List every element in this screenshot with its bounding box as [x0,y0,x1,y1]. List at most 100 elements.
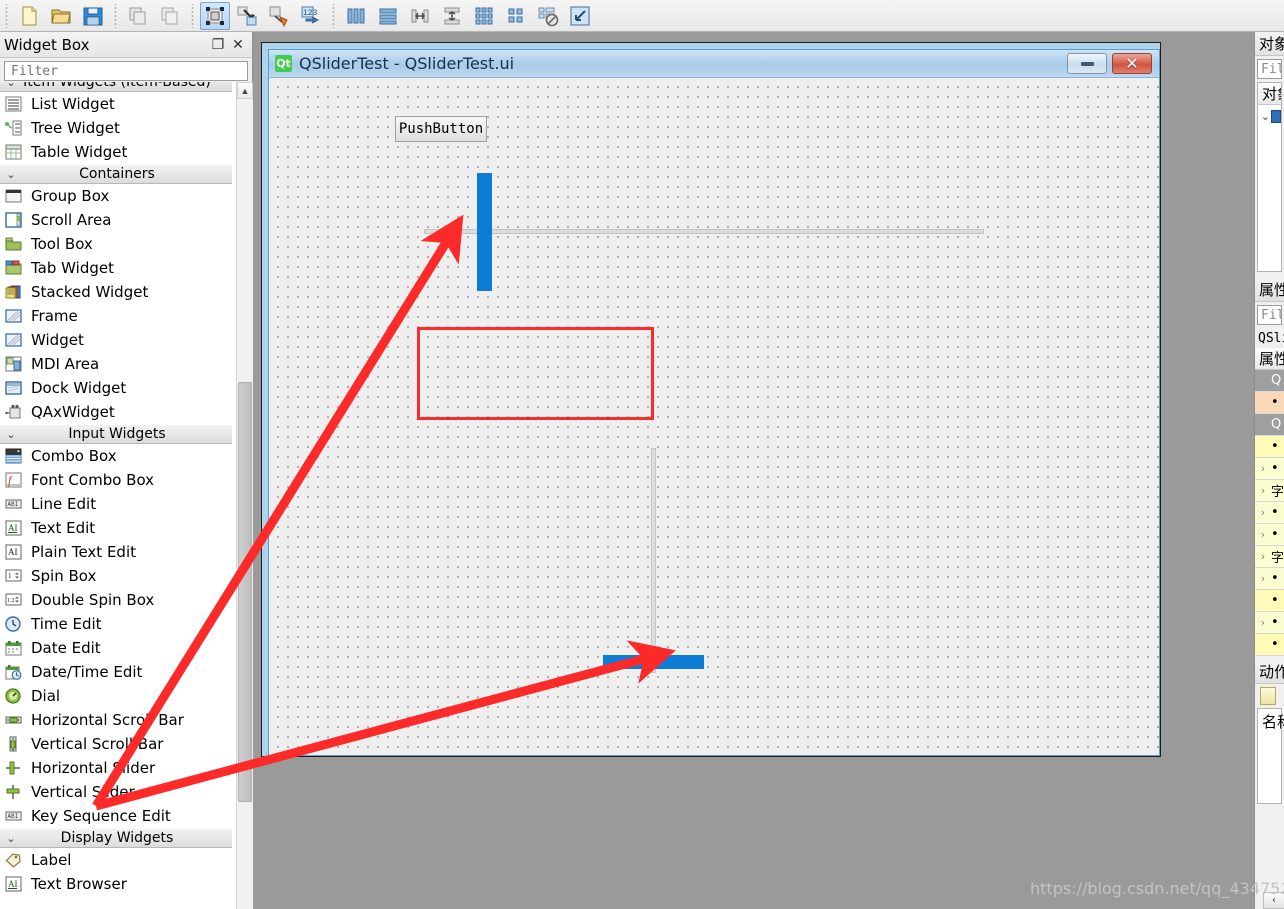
layout-horizontally-icon[interactable] [341,2,371,30]
widget-item[interactable]: 1Spin Box [0,564,232,588]
property-row[interactable]: ›• [1255,458,1284,480]
vertical-slider-handle[interactable] [603,655,704,669]
scrollbar-thumb[interactable] [238,382,252,802]
widget-item[interactable]: Group Box [0,184,232,208]
widget-item[interactable]: Time Edit [0,612,232,636]
widget-group-3[interactable]: ⌄Display Widgets [0,828,232,848]
toolbar-grip[interactable] [3,4,10,28]
save-form-icon[interactable] [78,2,108,30]
widget-item[interactable]: List Widget [0,92,232,116]
float-icon[interactable]: ❐ [208,36,228,53]
row-chevron-icon[interactable]: › [1255,616,1271,629]
chevron-down-icon[interactable]: ⌄ [0,832,22,845]
toolbar-grip-2[interactable] [112,4,119,28]
form-design-area[interactable]: PushButton [269,78,1159,756]
row-chevron-icon[interactable]: › [1255,550,1271,563]
new-action-icon[interactable] [1260,687,1276,705]
edit-signals-slots-icon[interactable] [232,2,262,30]
widget-item[interactable]: Tab Widget [0,256,232,280]
widget-item[interactable]: Table Widget [0,140,232,164]
widget-item[interactable]: Stacked Widget [0,280,232,304]
widget-item[interactable]: Dial [0,684,232,708]
widget-box-list[interactable]: ⌄Item Widgets (Item-Based)List WidgetTre… [0,82,253,909]
widget-item[interactable]: Scroll Area [0,208,232,232]
property-row[interactable]: ›字 [1255,480,1284,502]
layout-form-icon[interactable] [501,2,531,30]
widget-box-scrollbar[interactable]: ▲ [236,82,253,909]
row-chevron-icon[interactable]: › [1255,462,1271,475]
widget-item[interactable]: Dock Widget [0,376,232,400]
widget-item[interactable]: Label [0,848,232,872]
widget-item[interactable]: Tree Widget [0,116,232,140]
toolbar-grip-4[interactable] [330,4,337,28]
widget-item[interactable]: Vertical Scroll Bar [0,732,232,756]
widget-item[interactable]: Tool Box [0,232,232,256]
horizontal-slider-handle[interactable] [477,173,492,291]
widget-item[interactable]: Combo Box [0,444,232,468]
chevron-down-icon[interactable]: ⌄ [0,82,22,89]
row-chevron-icon[interactable]: ⱟ [1255,418,1271,431]
widget-item[interactable]: Horizontal Slider [0,756,232,780]
edit-buddies-icon[interactable] [264,2,294,30]
property-row[interactable]: • [1255,590,1284,612]
form-canvas[interactable]: Qt QSliderTest - QSliderTest.ui ✕ PushBu… [253,32,1253,909]
layout-splitter-horizontal-icon[interactable] [405,2,435,30]
widget-item[interactable]: Vertical Slider [0,780,232,804]
adjust-size-icon[interactable] [565,2,595,30]
widget-item[interactable]: QAxWidget [0,400,232,424]
property-editor-filter[interactable]: Filter [1257,305,1282,325]
scroll-up-icon[interactable]: ▲ [237,82,253,99]
widget-item[interactable]: Horizontal Scroll Bar [0,708,232,732]
widget-item[interactable]: Frame [0,304,232,328]
widget-item[interactable]: 1.2Double Spin Box [0,588,232,612]
property-row[interactable]: • [1255,436,1284,458]
widget-item[interactable]: AIText Edit [0,516,232,540]
row-chevron-icon[interactable]: › [1255,528,1271,541]
chevron-down-icon[interactable]: ⌄ [0,428,22,441]
property-editor-rows[interactable]: ⱟQ•ⱟQ•›•›字›•›•›字›••›•• [1255,370,1284,656]
widget-group-2[interactable]: ⌄Input Widgets [0,424,232,444]
copy-icon[interactable] [123,2,153,30]
property-row[interactable]: ›• [1255,612,1284,634]
property-row[interactable]: • [1255,392,1284,414]
vertical-slider-widget[interactable] [603,448,704,673]
widget-item[interactable]: Date/Time Edit [0,660,232,684]
property-row[interactable]: • [1255,634,1284,656]
widget-item[interactable]: ABILine Edit [0,492,232,516]
widget-group-0[interactable]: ⌄Item Widgets (Item-Based) [0,82,232,92]
layout-grid-icon[interactable] [469,2,499,30]
close-icon[interactable]: ✕ [228,36,248,53]
signal-slot-editor[interactable]: 名称 [1257,708,1282,804]
break-layout-icon[interactable] [533,2,563,30]
paste-icon[interactable] [155,2,185,30]
horizontal-slider-widget[interactable] [424,173,984,291]
edit-tab-order-icon[interactable]: 123 [296,2,326,30]
widget-item[interactable]: MDI Area [0,352,232,376]
widget-item[interactable]: AIText Browser [0,872,232,896]
edit-widgets-icon[interactable] [200,2,230,30]
pushbutton-widget[interactable]: PushButton [395,116,487,142]
widget-item[interactable]: Date Edit [0,636,232,660]
widget-item[interactable]: fFont Combo Box [0,468,232,492]
widget-item[interactable]: Widget [0,328,232,352]
object-tree-root-node[interactable]: ⌄ [1258,105,1281,127]
open-form-icon[interactable] [46,2,76,30]
toolbar-grip-3[interactable] [189,4,196,28]
row-chevron-icon[interactable]: › [1255,484,1271,497]
minimize-button[interactable] [1067,53,1107,74]
filter-input[interactable] [9,63,247,80]
close-button[interactable]: ✕ [1112,53,1152,74]
new-form-icon[interactable] [14,2,44,30]
widget-item[interactable]: ABIKey Sequence Edit [0,804,232,828]
chevron-down-icon[interactable]: ⌄ [0,168,22,181]
property-row[interactable]: ›• [1255,568,1284,590]
property-row[interactable]: ›• [1255,524,1284,546]
layout-splitter-vertical-icon[interactable] [437,2,467,30]
layout-vertically-icon[interactable] [373,2,403,30]
property-row[interactable]: ⱟQ [1255,414,1284,436]
property-row[interactable]: ›• [1255,502,1284,524]
row-chevron-icon[interactable]: › [1255,506,1271,519]
chevron-down-icon[interactable]: ⌄ [1260,110,1271,123]
widget-item[interactable]: AIPlain Text Edit [0,540,232,564]
object-inspector-filter[interactable]: Filter [1257,59,1282,79]
